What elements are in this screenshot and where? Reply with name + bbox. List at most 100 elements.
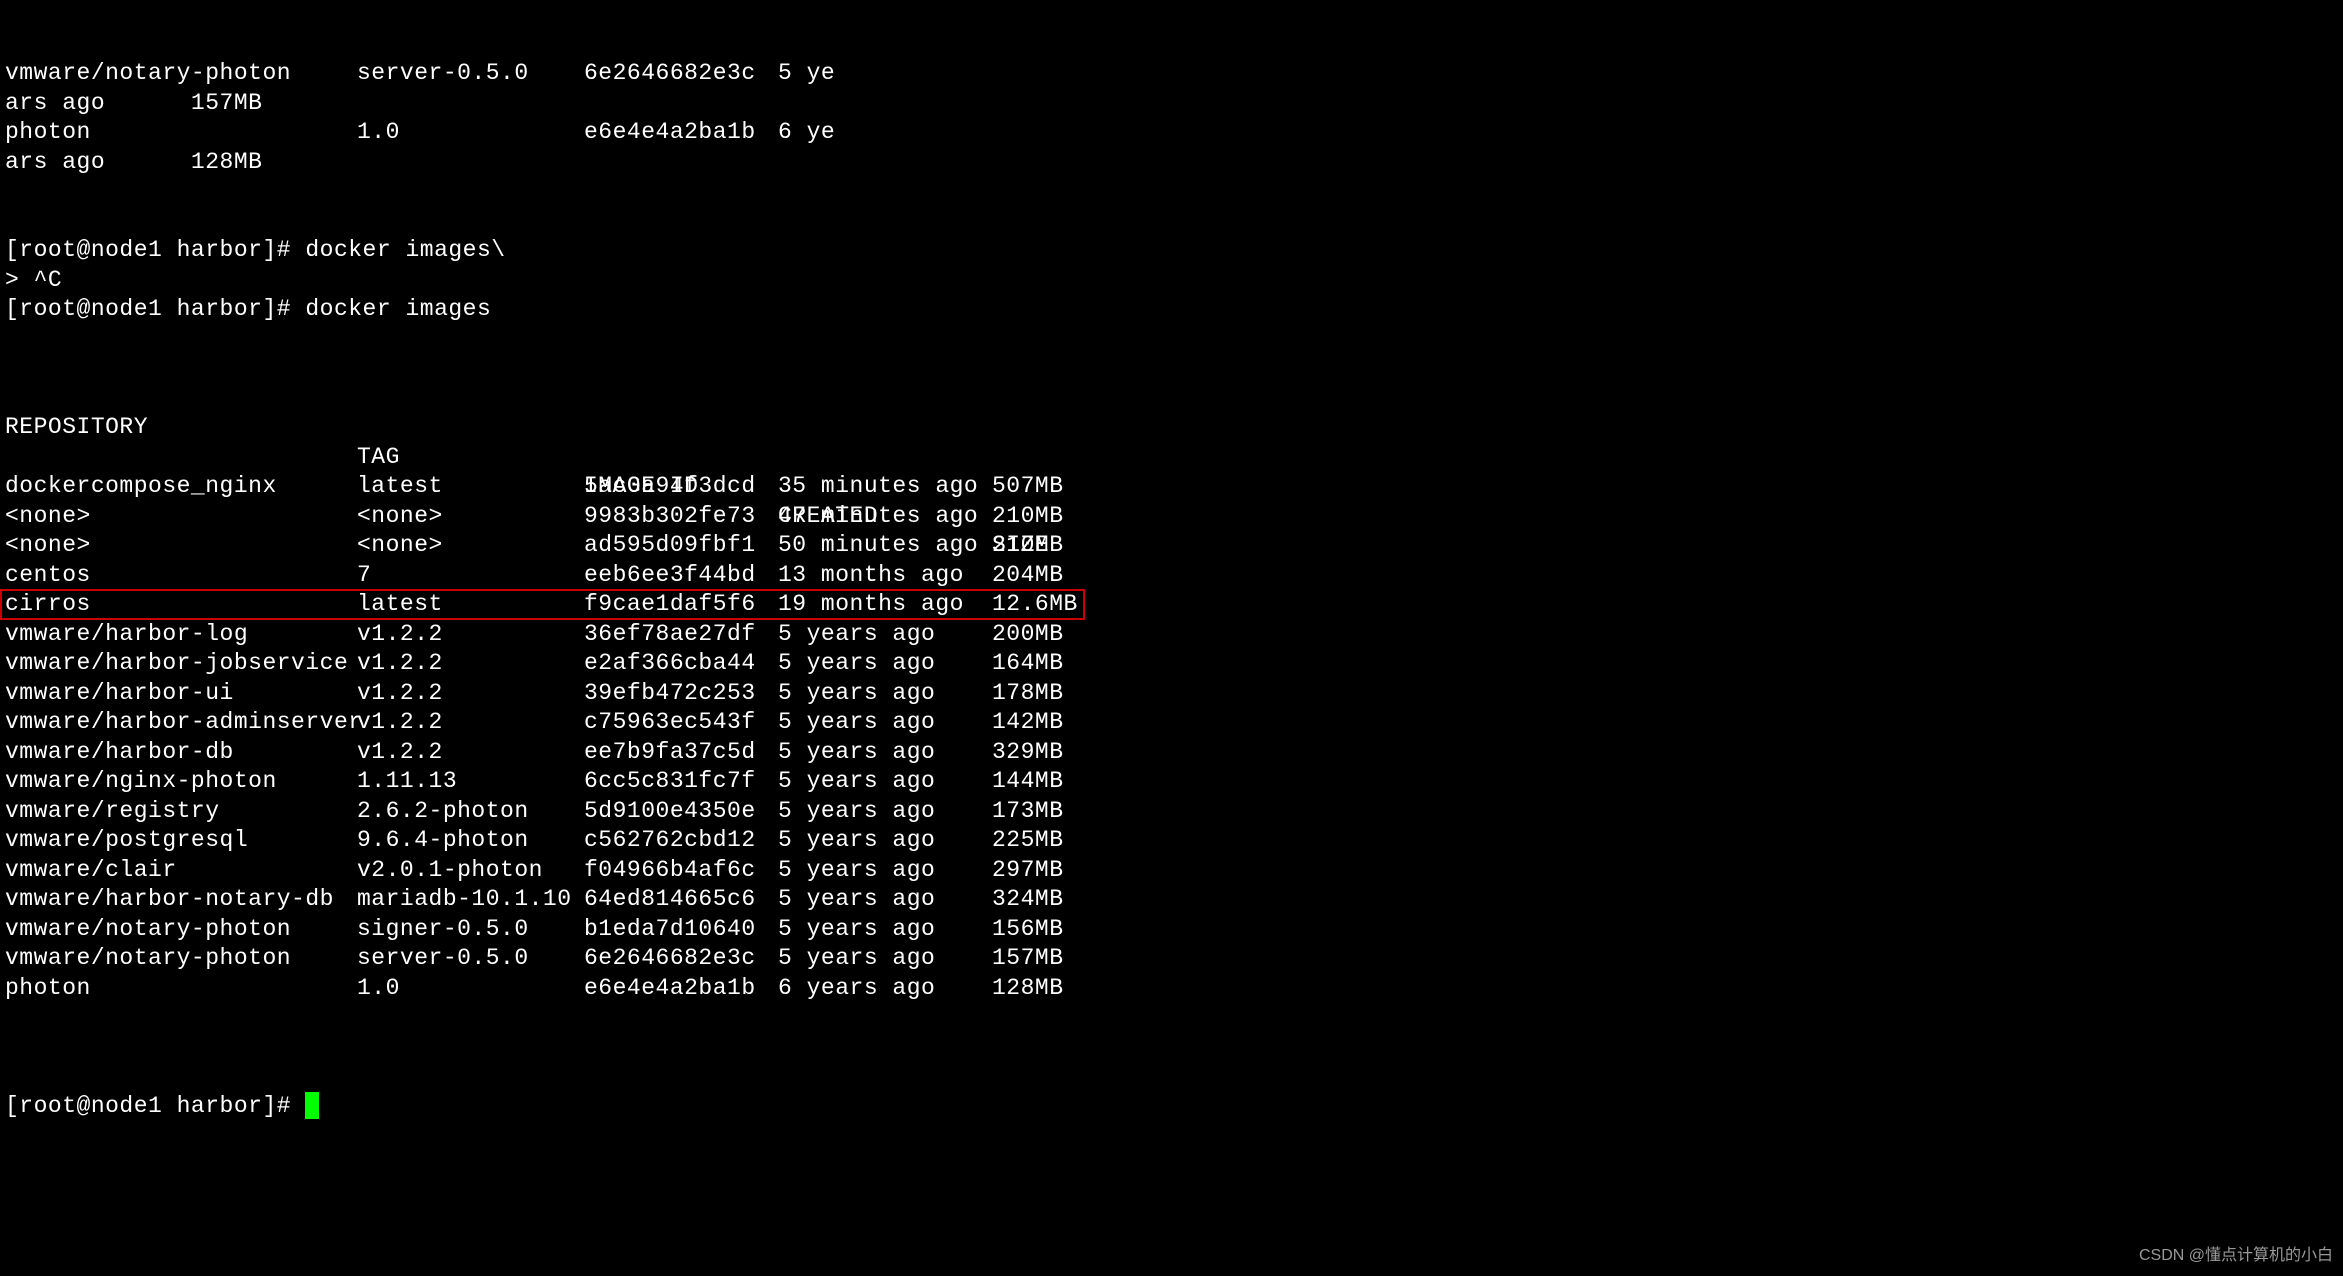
cell-repository: vmware/notary-photon	[5, 944, 291, 974]
table-row: centos7eeb6ee3f44bd13 months ago204MB	[0, 561, 2343, 591]
cell-tag: latest	[357, 472, 443, 502]
cell-created: 5 years ago	[778, 797, 935, 827]
cell-size: 210MB	[992, 531, 1064, 561]
cell-repository: photon	[5, 974, 91, 1004]
table-row: vmware/harbor-db v1.2.2 ee7b9fa37c5d 5 year…	[0, 738, 2343, 768]
cell-imageid: e6e4e4a2ba1b	[584, 974, 756, 1004]
table-row: vmware/harbor-jobservice v1.2.2 e2af366cba…	[0, 649, 2343, 679]
table-row: vmware/notary-photonserver-0.5.06e264668…	[0, 944, 2343, 974]
cell-tag: 7	[357, 561, 371, 591]
header-tag: TAG	[357, 443, 400, 473]
table-row: vmware/postgresql 9.6.4-photon c562762cbd1…	[0, 826, 2343, 856]
cell-size: 178MB	[992, 679, 1064, 709]
cell-size: 204MB	[992, 561, 1064, 591]
cell-repository: <none>	[5, 531, 91, 561]
table-row: vmware/nginx-photon 1.11.13 6cc5c831fc7f 5 …	[0, 767, 2343, 797]
cell-tag: signer-0.5.0	[357, 915, 529, 945]
table-row: vmware/harbor-log v1.2.2 36ef78ae27df 5 yea…	[0, 620, 2343, 650]
cell-created: 13 months ago	[778, 561, 964, 591]
cell-created: 5 years ago	[778, 915, 935, 945]
cell-imageid: ee7b9fa37c5d	[584, 738, 756, 768]
cell-imageid: 9983b302fe73	[584, 502, 756, 532]
cell-imageid: e2af366cba44	[584, 649, 756, 679]
cell-imageid: 6e2646682e3c	[584, 944, 756, 974]
cell-created: 5 years ago	[778, 620, 935, 650]
table-header: REPOSITORY TAG IMAGE ID CREATED SIZE	[0, 384, 2343, 414]
cell-tag: v1.2.2	[357, 738, 443, 768]
cell-tag: v1.2.2	[357, 620, 443, 650]
shell-prompt: [root@node1 harbor]#	[5, 1093, 305, 1119]
cell-imageid: b1eda7d10640	[584, 915, 756, 945]
prompt-line[interactable]: [root@node1 harbor]#	[0, 1062, 2343, 1092]
cell-tag: v1.2.2	[357, 649, 443, 679]
cell-size: 12.6MB	[992, 590, 1078, 620]
table-row: vmware/notary-photon signer-0.5.0 b1eda7d1…	[0, 915, 2343, 945]
command-line: [root@node1 harbor]# docker images\	[0, 236, 2343, 266]
cell-tag: v1.2.2	[357, 708, 443, 738]
cell-tag: 1.11.13	[357, 767, 457, 797]
cell-imageid: 36ef78ae27df	[584, 620, 756, 650]
cell-size: 329MB	[992, 738, 1064, 768]
cell-repository: vmware/postgresql	[5, 826, 248, 856]
cell-repository: vmware/nginx-photon	[5, 767, 277, 797]
table-row: vmware/registry2.6.2-photon5d9100e4350e5…	[0, 797, 2343, 827]
cell-created: 5 years ago	[778, 708, 935, 738]
cell-repository: vmware/notary-photon	[5, 915, 291, 945]
cell-size: 144MB	[992, 767, 1064, 797]
cell-repository: <none>	[5, 502, 91, 532]
cell-imageid: 5ac0a94f3dcd	[584, 472, 756, 502]
cell-created: 5 years ago	[778, 826, 935, 856]
cell-tag: 9.6.4-photon	[357, 826, 529, 856]
cell-created: 35 minutes ago	[778, 472, 978, 502]
terminal-output[interactable]: vmware/notary-photonserver-0.5.06e264668…	[0, 0, 2343, 1121]
cell-created: 6 years ago	[778, 974, 935, 1004]
cell-size: 173MB	[992, 797, 1064, 827]
cell-size: 128MB	[992, 974, 1064, 1004]
cell-created: 5 years ago	[778, 649, 935, 679]
cell-repository: vmware/clair	[5, 856, 177, 886]
cell-size: 324MB	[992, 885, 1064, 915]
cell-size: 157MB	[992, 944, 1064, 974]
command-line: > ^C	[0, 266, 2343, 296]
table-row: cirroslatestf9cae1daf5f619 months ago12.…	[0, 590, 2343, 620]
cell-created: 19 months ago	[778, 590, 964, 620]
cell-imageid: ad595d09fbf1	[584, 531, 756, 561]
cell-tag: 1.0	[357, 974, 400, 1004]
cell-created: 5 years ago	[778, 767, 935, 797]
table-row: vmware/harbor-uiv1.2.239efb472c2535 year…	[0, 679, 2343, 709]
cell-repository: dockercompose_nginx	[5, 472, 277, 502]
cell-imageid: f04966b4af6c	[584, 856, 756, 886]
cell-tag: mariadb-10.1.10	[357, 885, 572, 915]
cell-repository: vmware/harbor-log	[5, 620, 248, 650]
cell-tag: v1.2.2	[357, 679, 443, 709]
cell-size: 200MB	[992, 620, 1064, 650]
cell-created: 5 years ago	[778, 856, 935, 886]
cell-repository: centos	[5, 561, 91, 591]
cell-repository: vmware/registry	[5, 797, 220, 827]
cell-imageid: 64ed814665c6	[584, 885, 756, 915]
cell-tag: v2.0.1-photon	[357, 856, 543, 886]
table-row: <none><none>9983b302fe7347 minutes ago21…	[0, 502, 2343, 532]
table-row: dockercompose_nginx latest 5ac0a94f3dcd 35 …	[0, 472, 2343, 502]
table-row: vmware/clair v2.0.1-photon f04966b4af6c 5 y…	[0, 856, 2343, 886]
watermark: CSDN @懂点计算机的小白	[2139, 1241, 2333, 1271]
cell-imageid: c562762cbd12	[584, 826, 756, 856]
table-row: <none> <none> ad595d09fbf1 50 minutes ago 21…	[0, 531, 2343, 561]
cell-created: 47 minutes ago	[778, 502, 978, 532]
cell-imageid: 6cc5c831fc7f	[584, 767, 756, 797]
cell-size: 225MB	[992, 826, 1064, 856]
cell-repository: vmware/harbor-db	[5, 738, 234, 768]
output-line: ars ago 157MB	[0, 89, 2343, 119]
table-row: photon 1.0 e6e4e4a2ba1b 6 years ago 128MB	[0, 974, 2343, 1004]
cell-repository: vmware/harbor-notary-db	[5, 885, 334, 915]
cell-repository: vmware/harbor-jobservice	[5, 649, 348, 679]
cell-created: 5 years ago	[778, 944, 935, 974]
header-repository: REPOSITORY	[5, 413, 148, 443]
cell-imageid: 39efb472c253	[584, 679, 756, 709]
table-row: vmware/harbor-notary-db mariadb-10.1.10 64…	[0, 885, 2343, 915]
cell-created: 5 years ago	[778, 738, 935, 768]
cell-created: 50 minutes ago	[778, 531, 978, 561]
output-line: ars ago 128MB	[0, 148, 2343, 178]
cursor	[305, 1092, 319, 1119]
cell-tag: <none>	[357, 531, 443, 561]
